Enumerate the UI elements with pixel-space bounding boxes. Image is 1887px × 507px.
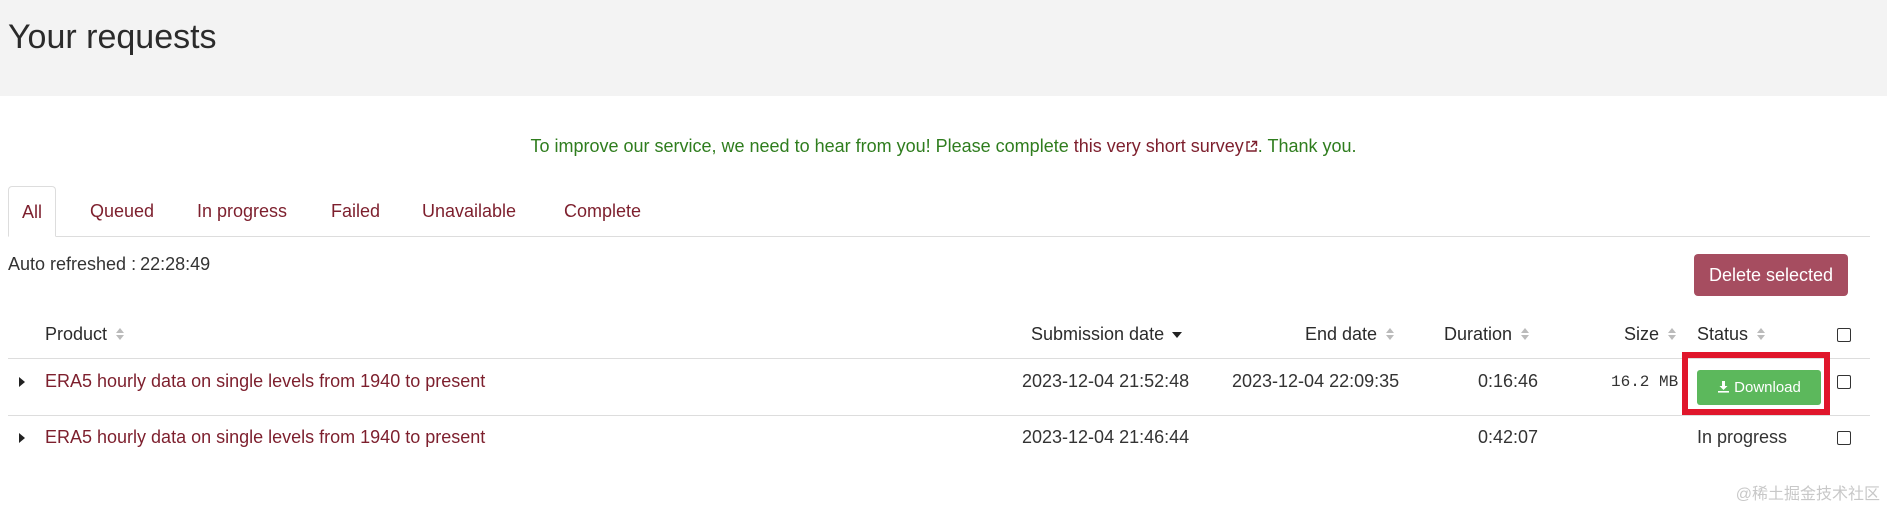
auto-refresh-status: Auto refreshed :22:28:49: [8, 254, 210, 275]
column-product[interactable]: Product: [45, 324, 125, 345]
column-duration-label[interactable]: Duration: [1444, 324, 1512, 344]
survey-link-text[interactable]: this very short survey: [1074, 136, 1244, 156]
column-size[interactable]: Size: [1624, 324, 1677, 345]
row-1-size: 16.2 MB: [1611, 373, 1679, 391]
survey-banner: To improve our service, we need to hear …: [0, 136, 1887, 157]
row-2-checkbox[interactable]: [1837, 431, 1851, 445]
page-header: [0, 0, 1887, 96]
column-submission-date-label[interactable]: Submission date: [1031, 324, 1164, 344]
survey-text-prefix: To improve our service, we need to hear …: [530, 136, 1069, 156]
tab-queued[interactable]: Queued: [77, 186, 167, 236]
download-icon[interactable]: [1717, 380, 1730, 393]
page-title: Your requests: [8, 18, 217, 56]
watermark: @稀土掘金技术社区: [1735, 486, 1880, 503]
sort-icon[interactable]: [1756, 327, 1766, 341]
column-status[interactable]: Status: [1697, 324, 1766, 345]
row-2-product-link[interactable]: ERA5 hourly data on single levels from 1…: [45, 427, 485, 448]
row-divider: [8, 415, 1870, 416]
row-1-product-link[interactable]: ERA5 hourly data on single levels from 1…: [45, 371, 485, 392]
status-tabs: All Queued In progress Failed Unavailabl…: [8, 186, 1870, 237]
sort-desc-icon[interactable]: [1172, 327, 1183, 341]
tab-failed[interactable]: Failed: [318, 186, 393, 236]
select-all-checkbox[interactable]: [1837, 328, 1851, 342]
column-product-label[interactable]: Product: [45, 324, 107, 344]
survey-link[interactable]: this very short survey: [1074, 136, 1258, 156]
external-link-icon[interactable]: [1245, 140, 1258, 153]
header-divider: [8, 358, 1870, 359]
row-1-duration: 0:16:46: [1478, 371, 1539, 391]
sort-icon[interactable]: [115, 327, 125, 341]
column-end-date[interactable]: End date: [1305, 324, 1395, 345]
row-2-status: In progress: [1697, 427, 1788, 447]
auto-refresh-label: Auto refreshed :: [8, 254, 137, 274]
row-1-submission-date: 2023-12-04 21:52:48: [1022, 371, 1190, 391]
column-submission-date[interactable]: Submission date: [1031, 324, 1183, 345]
caret-right-icon[interactable]: [19, 433, 25, 443]
download-button-label[interactable]: Download: [1734, 379, 1801, 396]
column-duration[interactable]: Duration: [1444, 324, 1530, 345]
tab-unavailable[interactable]: Unavailable: [409, 186, 529, 236]
sort-icon[interactable]: [1520, 327, 1530, 341]
row-2-duration: 0:42:07: [1478, 427, 1539, 447]
column-size-label[interactable]: Size: [1624, 324, 1659, 344]
tab-in-progress[interactable]: In progress: [184, 186, 300, 236]
row-1-checkbox[interactable]: [1837, 375, 1851, 389]
survey-text-suffix: . Thank you.: [1257, 136, 1357, 156]
download-button[interactable]: Download: [1697, 370, 1821, 405]
tab-all[interactable]: All: [8, 186, 57, 237]
auto-refresh-time: 22:28:49: [140, 254, 211, 274]
row-1-end-date: 2023-12-04 22:09:35: [1232, 371, 1400, 391]
caret-right-icon[interactable]: [19, 377, 25, 387]
column-status-label[interactable]: Status: [1697, 324, 1748, 344]
row-2-submission-date: 2023-12-04 21:46:44: [1022, 427, 1190, 447]
sort-icon[interactable]: [1667, 327, 1677, 341]
tab-complete[interactable]: Complete: [551, 186, 654, 236]
column-end-date-label[interactable]: End date: [1305, 324, 1377, 344]
sort-icon[interactable]: [1385, 327, 1395, 341]
delete-selected-button[interactable]: Delete selected: [1694, 254, 1848, 296]
